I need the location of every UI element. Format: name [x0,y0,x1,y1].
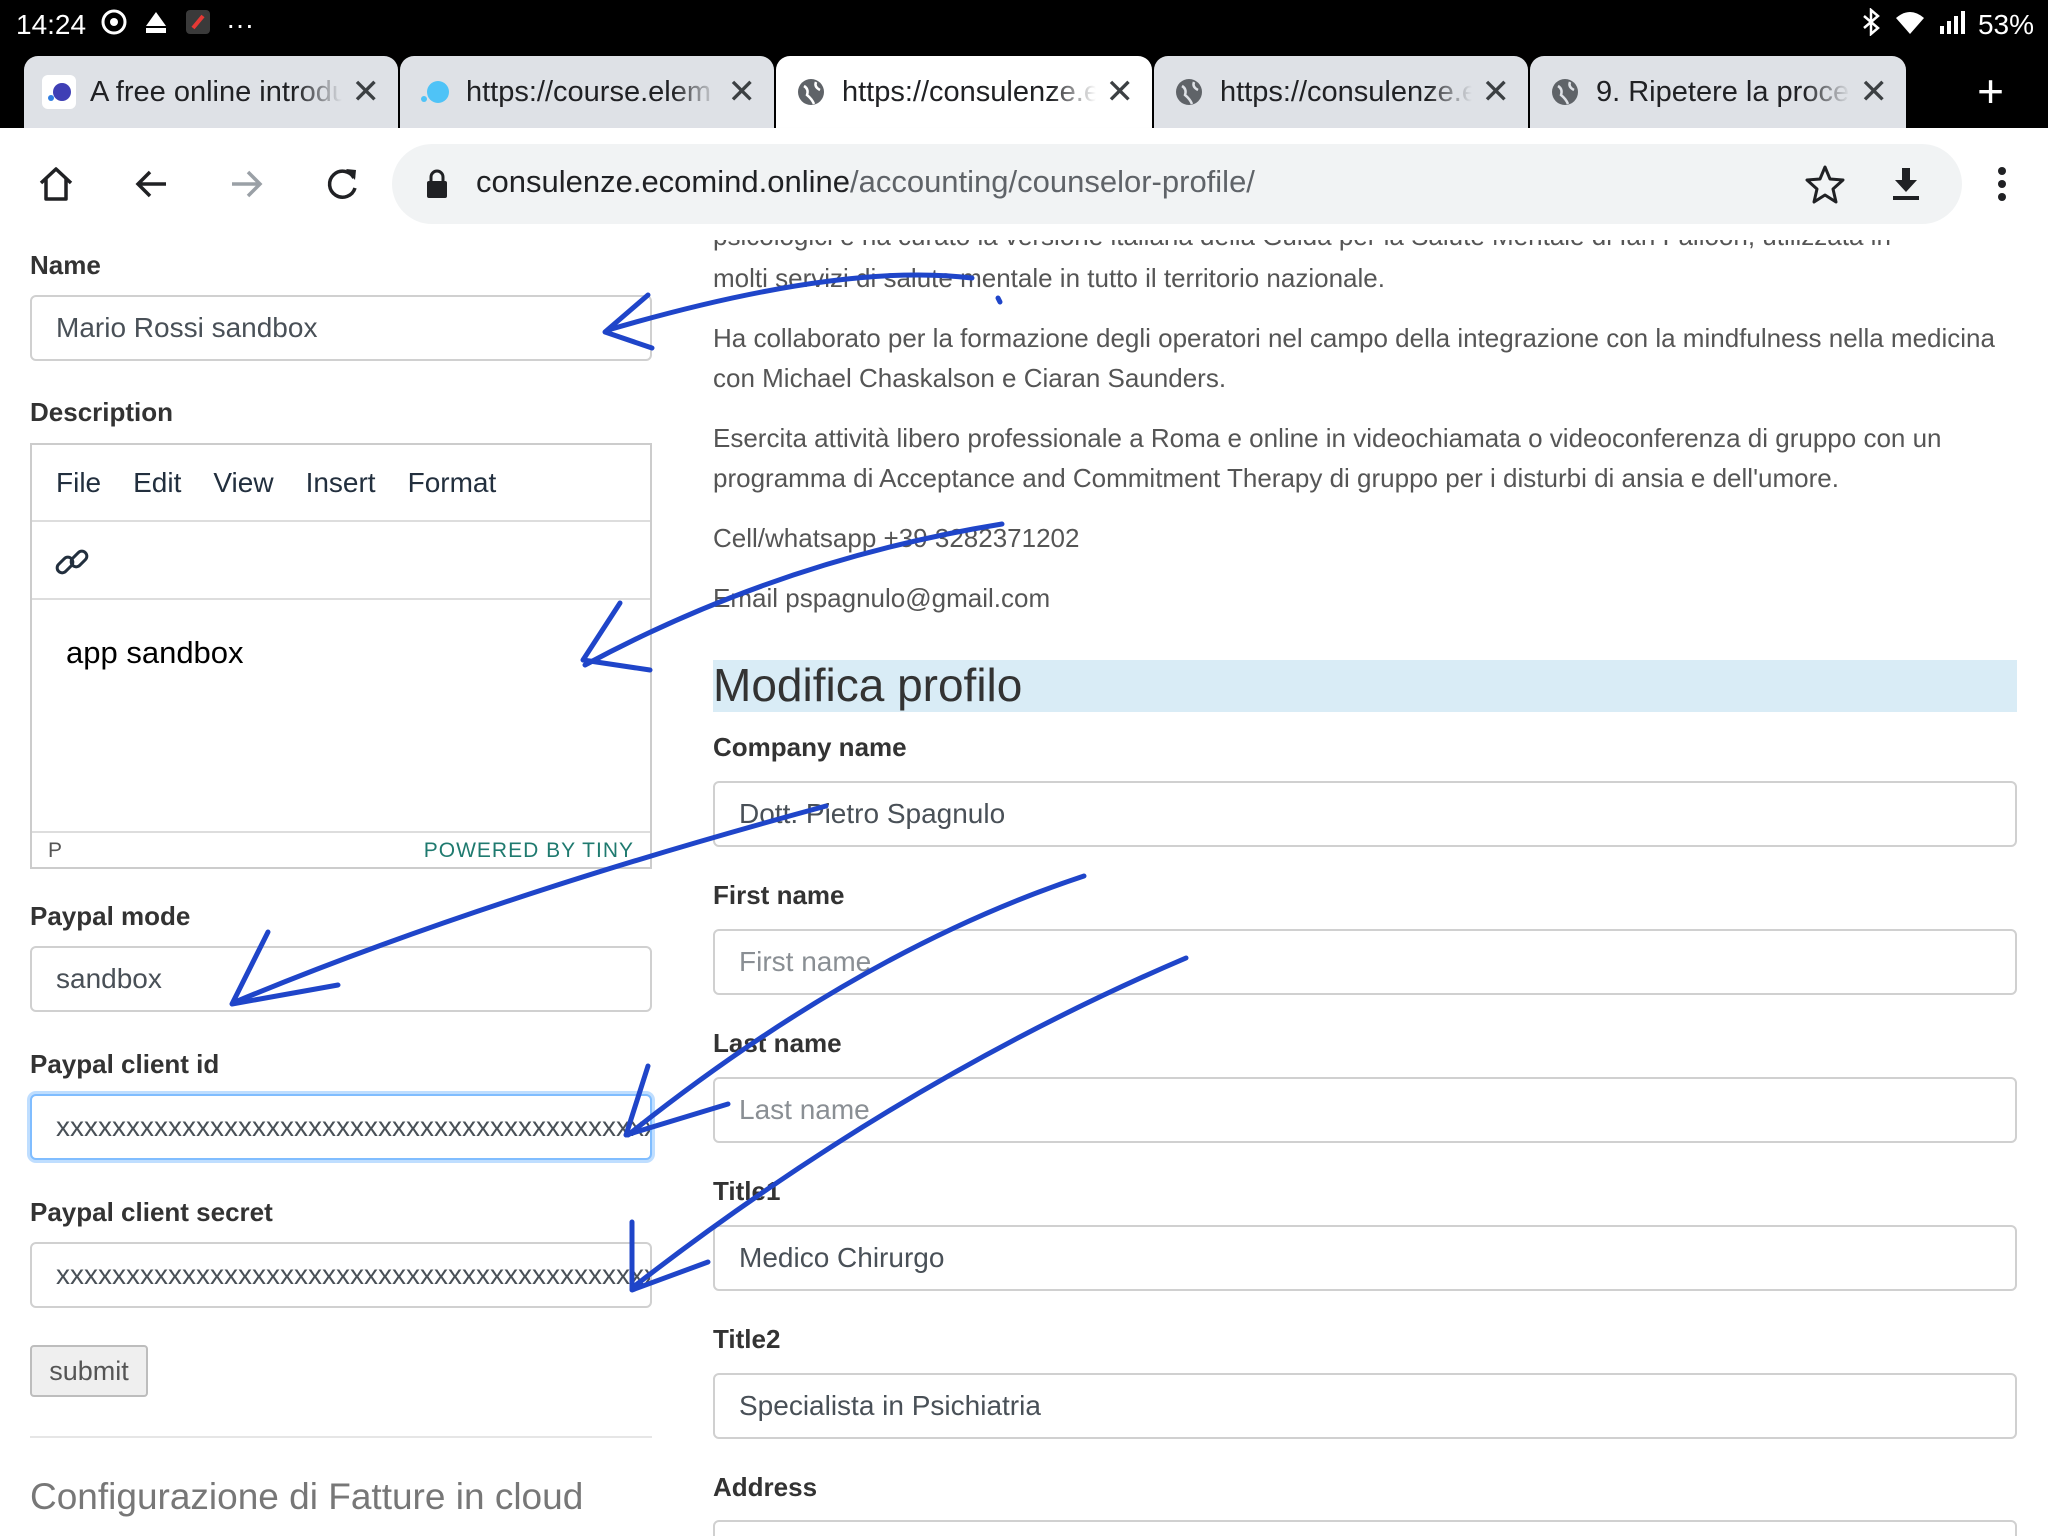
globe-icon [1548,75,1582,109]
globe-icon [1172,75,1206,109]
browser-tab[interactable]: https://course.elem ✕ [400,56,774,128]
sync-icon [100,8,128,42]
signal-icon [1938,8,1966,42]
editor-content[interactable]: app sandbox [66,635,244,671]
first-name-input[interactable]: First name [713,929,2017,995]
last-name-input[interactable]: Last name [713,1077,2017,1143]
browser-toolbar: consulenze.ecomind.online/accounting/cou… [0,128,2048,240]
title1-input[interactable]: Medico Chirurgo [713,1225,2017,1291]
close-tab-icon[interactable]: ✕ [1860,75,1889,109]
status-time: 14:24 [16,9,87,40]
company-name-label: Company name [713,732,907,762]
close-tab-icon[interactable]: ✕ [1482,75,1511,109]
paypal-client-secret-label: Paypal client secret [30,1197,273,1227]
last-name-placeholder: Last name [739,1094,870,1125]
browser-tab-active[interactable]: https://consulenze.e ✕ [776,56,1152,128]
tab-title: https://consulenze.e [1220,75,1472,108]
tab-title: 9. Ripetere la proced [1596,75,1850,108]
paypal-mode-input[interactable]: sandbox [30,946,652,1012]
divider [30,1436,652,1438]
more-notifications-icon: ··· [226,9,255,40]
editor-statusbar: P POWERED BY TINY [32,831,650,867]
tab-title: A free online introdu [90,75,342,108]
editor-menubar: File Edit View Insert Format [32,445,650,522]
course-site-icon [42,75,76,109]
address-input[interactable] [713,1520,2017,1536]
section-title: Modifica profilo [713,660,2017,712]
wifi-icon [1894,8,1926,42]
contact-email: Email pspagnulo@gmail.com [713,583,1051,613]
app-notification-icon [184,8,212,42]
name-label: Name [30,250,101,280]
tab-title: https://course.elem [466,75,711,108]
name-input[interactable]: Mario Rossi sandbox [30,295,652,361]
bio-paragraph: Esercita attività libero professionale a… [713,423,1942,493]
address-label: Address [713,1472,818,1502]
editor-toolbar [32,522,650,600]
editor-menu-insert[interactable]: Insert [306,467,376,499]
bio-paragraph: Ha collaborato per la formazione degli o… [713,323,1995,393]
title2-label: Title2 [713,1324,781,1354]
bio-paragraph-cut: psicologici e ha curato la versione ital… [713,240,2013,256]
link-icon[interactable] [52,542,92,587]
close-tab-icon[interactable]: ✕ [728,75,757,109]
submit-button[interactable]: submit [30,1345,148,1397]
close-tab-icon[interactable]: ✕ [1106,75,1135,109]
lock-icon[interactable] [424,168,450,205]
download-icon[interactable] [1878,156,1934,212]
paypal-client-secret-input[interactable]: xxxxxxxxxxxxxxxxxxxxxxxxxxxxxxxxxxxxxxxx… [30,1242,652,1308]
bluetooth-icon [1860,7,1882,42]
company-name-input[interactable]: Dott. Pietro Spagnulo [713,781,2017,847]
paypal-mode-label: Paypal mode [30,901,191,931]
browser-tab[interactable]: https://consulenze.e ✕ [1154,56,1528,128]
elementor-site-icon [418,75,452,109]
title1-label: Title1 [713,1176,781,1206]
menu-kebab-icon[interactable] [1974,156,2030,212]
editor-menu-view[interactable]: View [213,467,273,499]
title2-input[interactable]: Specialista in Psichiatria [713,1373,2017,1439]
url-path: /accounting/counselor-profile/ [849,164,1255,199]
last-name-label: Last name [713,1028,842,1058]
mm-icon [142,8,170,42]
bio-paragraph: molti servizi di salute mentale in tutto… [713,263,1385,293]
page-content: Name Mario Rossi sandbox Description Fil… [0,240,2048,1536]
editor-menu-edit[interactable]: Edit [133,467,181,499]
rich-text-editor[interactable]: File Edit View Insert Format app sandbox… [30,443,652,869]
globe-icon [794,75,828,109]
battery-level: 53% [1977,9,2034,40]
editor-element-path[interactable]: P [48,839,62,863]
forward-icon[interactable] [218,156,274,212]
status-bar: 14:24 ··· 53% [0,0,2048,50]
contact-phone: Cell/whatsapp +39 3282371202 [713,523,1080,553]
bookmark-star-icon[interactable] [1804,164,1846,209]
omnibox[interactable]: consulenze.ecomind.online/accounting/cou… [392,144,1962,224]
home-icon[interactable] [28,156,84,212]
paypal-client-id-label: Paypal client id [30,1049,220,1079]
url-text[interactable]: consulenze.ecomind.online/accounting/cou… [476,164,1255,200]
back-icon[interactable] [124,156,180,212]
editor-menu-file[interactable]: File [56,467,101,499]
editor-menu-format[interactable]: Format [408,467,497,499]
reload-icon[interactable] [314,156,370,212]
first-name-placeholder: First name [739,946,872,977]
tab-title: https://consulenze.e [842,75,1096,108]
tab-strip: A free online introdu ✕ https://course.e… [0,50,2048,128]
paypal-client-id-input[interactable]: xxxxxxxxxxxxxxxxxxxxxxxxxxxxxxxxxxxxxxxx… [30,1094,652,1160]
browser-tab[interactable]: 9. Ripetere la proced ✕ [1530,56,1906,128]
close-tab-icon[interactable]: ✕ [352,75,381,109]
url-domain: consulenze.ecomind.online [476,164,850,199]
new-tab-icon[interactable]: + [1977,68,2004,114]
config-section-title: Configurazione di Fatture in cloud [30,1476,584,1517]
browser-tab[interactable]: A free online introdu ✕ [24,56,398,128]
tiny-branding-link[interactable]: POWERED BY TINY [424,839,634,863]
first-name-label: First name [713,880,845,910]
description-label: Description [30,397,174,427]
